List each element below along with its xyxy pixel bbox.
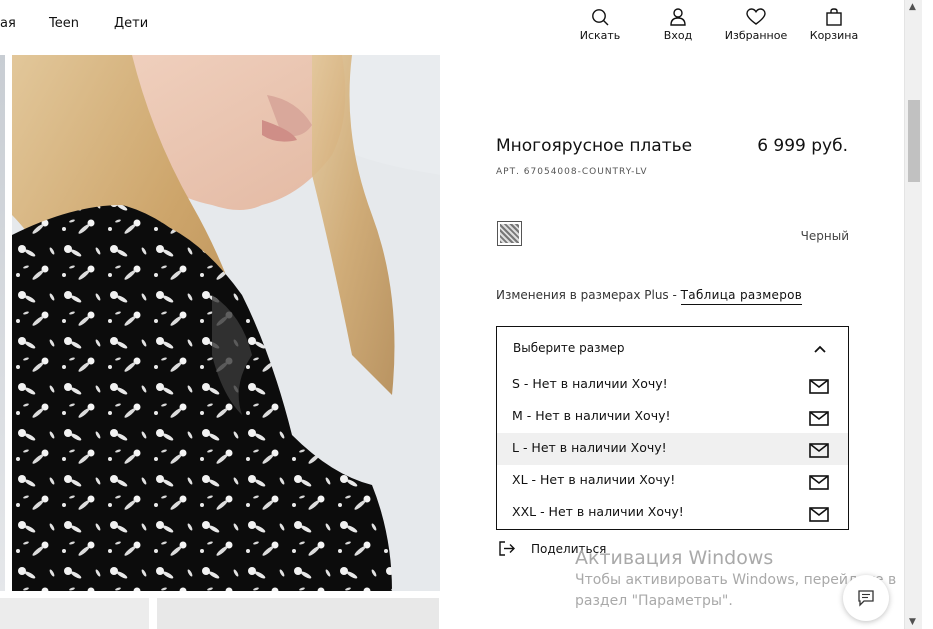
favorites-button[interactable]: Избранное <box>721 8 791 42</box>
user-icon <box>670 8 686 26</box>
previous-image-strip[interactable] <box>0 55 5 591</box>
size-option-s[interactable]: S - Нет в наличии Хочу! <box>497 369 848 401</box>
mail-icon[interactable] <box>809 475 829 490</box>
size-option-m[interactable]: M - Нет в наличии Хочу! <box>497 401 848 433</box>
mail-icon[interactable] <box>809 379 829 394</box>
scroll-up-arrow-icon[interactable]: ▲ <box>909 2 916 12</box>
mail-icon[interactable] <box>809 443 829 458</box>
chat-icon <box>858 590 874 607</box>
color-swatch[interactable] <box>497 221 522 246</box>
cart-button[interactable]: Корзина <box>799 8 869 42</box>
product-main-image[interactable] <box>12 55 440 591</box>
size-chart-link[interactable]: Таблица размеров <box>680 288 803 305</box>
size-option-l[interactable]: L - Нет в наличии Хочу! <box>497 433 848 465</box>
product-thumbnail-2[interactable] <box>157 598 439 629</box>
size-option-label: XXL - Нет в наличии Хочу! <box>512 504 684 519</box>
size-option-xl[interactable]: XL - Нет в наличии Хочу! <box>497 465 848 497</box>
windows-activation-line-2: раздел "Параметры". <box>575 593 733 609</box>
window-edge <box>922 0 933 629</box>
size-option-label: S - Нет в наличии Хочу! <box>512 376 668 391</box>
heart-icon <box>746 8 766 25</box>
windows-activation-title: Активация Windows <box>575 547 774 569</box>
scrollbar-thumb[interactable] <box>908 100 920 182</box>
vertical-scrollbar[interactable]: ▲ ▼ <box>904 0 922 629</box>
login-button[interactable]: Вход <box>643 8 713 42</box>
mail-icon[interactable] <box>809 411 829 426</box>
chat-button[interactable] <box>843 575 889 621</box>
size-option-label: XL - Нет в наличии Хочу! <box>512 472 676 487</box>
search-button[interactable]: Искать <box>565 8 635 42</box>
search-icon <box>592 9 609 26</box>
size-info: Изменения в размерах Plus - Таблица разм… <box>496 288 803 305</box>
size-option-xxl[interactable]: XXL - Нет в наличии Хочу! <box>497 497 848 529</box>
size-option-label: L - Нет в наличии Хочу! <box>512 440 667 455</box>
product-sku: АРТ. 67054008-COUNTRY-LV <box>496 167 648 177</box>
size-selector-placeholder: Выберите размер <box>513 341 625 355</box>
model-dress-photo <box>12 55 440 591</box>
share-icon <box>499 541 515 556</box>
nav-link-teen[interactable]: Teen <box>49 16 79 31</box>
color-name: Черный <box>800 229 849 243</box>
nav-link-kids[interactable]: Дети <box>114 16 148 31</box>
product-price: 6 999 руб. <box>757 136 848 156</box>
product-title: Многоярусное платье <box>496 136 693 156</box>
color-swatch-pattern <box>500 224 519 243</box>
favorites-label: Избранное <box>724 29 788 42</box>
login-label: Вход <box>663 29 693 42</box>
mail-icon[interactable] <box>809 507 829 522</box>
search-label: Искать <box>579 29 621 42</box>
cart-label: Корзина <box>809 29 859 42</box>
size-option-label: M - Нет в наличии Хочу! <box>512 408 671 423</box>
nav-link-women[interactable]: ая <box>0 16 16 31</box>
shopping-bag-icon <box>826 8 842 26</box>
chevron-up-icon[interactable] <box>814 345 826 353</box>
size-selector[interactable]: Выберите размер S - Нет в наличии Хочу! … <box>496 326 849 530</box>
scroll-down-arrow-icon[interactable]: ▼ <box>909 617 916 627</box>
size-info-text: Изменения в размерах Plus - <box>496 288 681 302</box>
product-thumbnail-1[interactable] <box>0 598 149 629</box>
